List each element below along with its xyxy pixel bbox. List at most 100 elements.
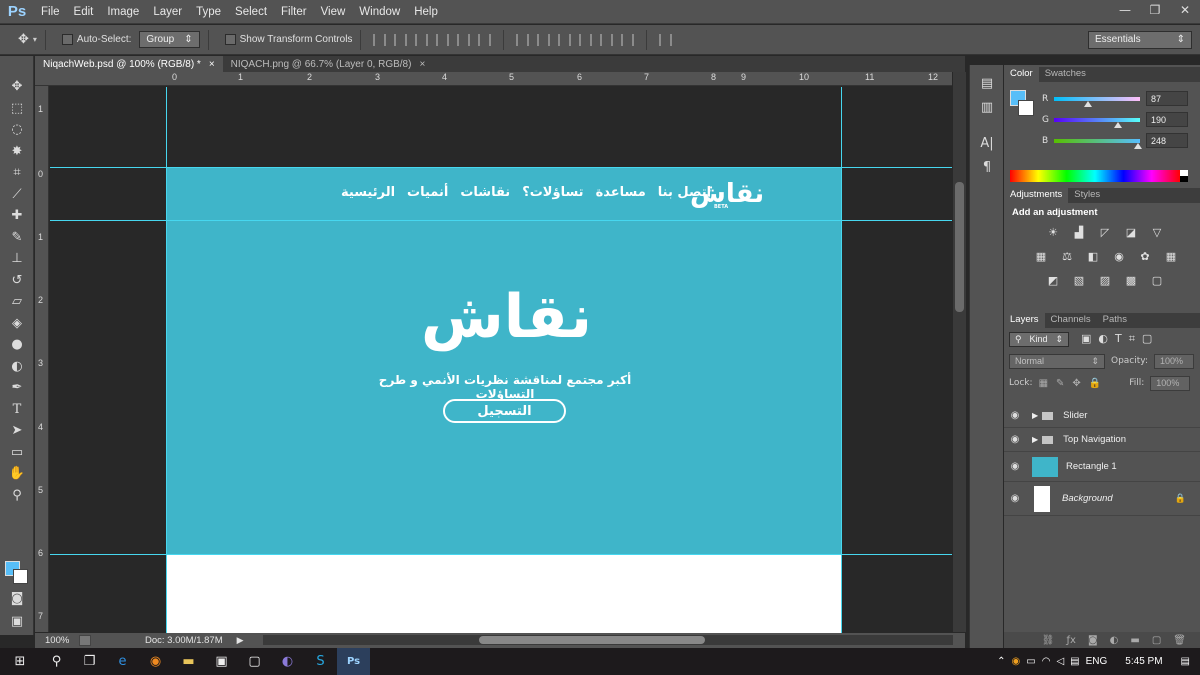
menu-filter[interactable]: Filter	[274, 6, 314, 18]
file-explorer-icon[interactable]: ▬	[172, 648, 205, 675]
auto-select-dropdown[interactable]: Group ⇕	[139, 31, 200, 48]
red-slider[interactable]	[1054, 96, 1140, 107]
photo-filter-icon[interactable]: ◉	[1110, 248, 1128, 264]
photos-icon[interactable]: ▢	[238, 648, 271, 675]
show-transform-checkbox[interactable]	[224, 34, 236, 45]
menu-image[interactable]: Image	[100, 6, 146, 18]
tab-layers[interactable]: Layers	[1004, 313, 1045, 328]
blue-slider[interactable]	[1054, 138, 1142, 149]
align-top-icon[interactable]	[373, 33, 387, 46]
tool-preset-chevron-icon[interactable]: ▾	[33, 35, 37, 44]
menu-file[interactable]: File	[34, 6, 67, 18]
layer-row-background[interactable]: ◉ Background 🔒	[1004, 482, 1200, 516]
store-icon[interactable]: ▣	[205, 648, 238, 675]
lock-icons[interactable]: ▦✎✥🔒	[1039, 378, 1110, 389]
tab-adjustments[interactable]: Adjustments	[1004, 188, 1069, 203]
visibility-eye-icon[interactable]: ◉	[1004, 410, 1026, 421]
layer-filter-icons[interactable]: ▣◐T⌗▢	[1081, 332, 1159, 346]
magic-wand-tool-icon[interactable]: ✸	[0, 141, 34, 163]
gradient-map-icon[interactable]: ▩	[1122, 272, 1140, 288]
guide-vertical[interactable]	[841, 87, 842, 633]
add-mask-icon[interactable]: ◙	[1088, 635, 1098, 646]
type-tool-icon[interactable]: T	[0, 399, 34, 421]
path-selection-tool-icon[interactable]: ➤	[0, 420, 34, 442]
firefox-icon[interactable]: ◉	[139, 648, 172, 675]
align-bottom-icon[interactable]	[415, 33, 429, 46]
battery-icon[interactable]: ▭	[1026, 656, 1035, 667]
blur-tool-icon[interactable]: ●	[0, 334, 34, 356]
close-button[interactable]: ✕	[1170, 0, 1200, 20]
crop-tool-icon[interactable]: ⌗	[0, 162, 34, 184]
opacity-input[interactable]: 100%	[1154, 353, 1194, 369]
move-tool-icon[interactable]: ✥	[0, 76, 34, 98]
canvas-vertical-scrollbar[interactable]	[953, 72, 966, 632]
character-panel-icon[interactable]: A|	[970, 131, 1004, 155]
slider-handle[interactable]	[1084, 100, 1092, 107]
move-tool-icon[interactable]: ✥	[18, 32, 29, 47]
brush-tool-icon[interactable]: ✎	[0, 227, 34, 249]
canvas-horizontal-scrollbar[interactable]	[263, 635, 953, 645]
zoom-level[interactable]: 100%	[45, 635, 79, 646]
restore-button[interactable]: ❐	[1140, 0, 1170, 20]
hand-tool-icon[interactable]: ✋	[0, 463, 34, 485]
background-color-swatch[interactable]	[13, 569, 28, 584]
history-brush-tool-icon[interactable]: ↺	[0, 270, 34, 292]
photoshop-taskbar-icon[interactable]: Ps	[337, 648, 370, 675]
delete-layer-icon[interactable]: 🗑	[1173, 635, 1186, 646]
tab-close-icon[interactable]: ×	[419, 59, 425, 70]
clone-stamp-tool-icon[interactable]: ⊥	[0, 248, 34, 270]
paint-bucket-tool-icon[interactable]: ◈	[0, 313, 34, 335]
layer-row-top-navigation[interactable]: ◉ ▶ Top Navigation	[1004, 428, 1200, 452]
history-panel-icon[interactable]: ▤	[970, 71, 1004, 95]
tab-close-icon[interactable]: ×	[209, 59, 215, 70]
layer-row-rectangle-1[interactable]: ◉ Rectangle 1	[1004, 452, 1200, 482]
workspace-dropdown[interactable]: Essentials ⇕	[1088, 31, 1192, 49]
expand-arrow-icon[interactable]: ▶	[1032, 435, 1038, 444]
brightness-icon[interactable]: ☀	[1044, 224, 1062, 240]
scrollbar-thumb[interactable]	[955, 182, 964, 312]
dodge-tool-icon[interactable]: ◐	[0, 356, 34, 378]
guide-vertical[interactable]	[166, 87, 167, 633]
layer-style-icon[interactable]: ƒx	[1067, 635, 1076, 646]
tray-app-icon[interactable]: ◉	[1012, 656, 1021, 667]
menu-help[interactable]: Help	[407, 6, 445, 18]
menu-view[interactable]: View	[314, 6, 353, 18]
task-view-icon[interactable]: ❐	[73, 648, 106, 675]
lasso-tool-icon[interactable]: ◌	[0, 119, 34, 141]
layer-row-slider[interactable]: ◉ ▶ Slider	[1004, 404, 1200, 428]
clock[interactable]: 5:45 PM	[1125, 656, 1162, 667]
export-icon[interactable]	[79, 635, 91, 646]
paragraph-panel-icon[interactable]: ¶	[970, 155, 1004, 179]
tab-styles[interactable]: Styles	[1068, 188, 1106, 203]
black-white-icon[interactable]: ◧	[1084, 248, 1102, 264]
blend-mode-dropdown[interactable]: Normal ⇕	[1009, 353, 1105, 369]
blue-value-input[interactable]: 248	[1146, 133, 1188, 148]
visibility-eye-icon[interactable]: ◉	[1004, 434, 1026, 445]
tab-niqach-png[interactable]: NIQACH.png @ 66.7% (Layer 0, RGB/8) ×	[223, 56, 434, 72]
red-value-input[interactable]: 87	[1146, 91, 1188, 106]
action-center-icon[interactable]: ▤	[1181, 656, 1190, 667]
skype-icon[interactable]: S	[304, 648, 337, 675]
menu-edit[interactable]: Edit	[67, 6, 101, 18]
expand-arrow-icon[interactable]: ▶	[1032, 411, 1038, 420]
screen-mode-icon[interactable]: ▣	[0, 611, 34, 633]
eyedropper-tool-icon[interactable]: ⟋	[0, 184, 34, 206]
layer-filter-dropdown[interactable]: ⚲ Kind ⇕	[1009, 331, 1069, 347]
marquee-tool-icon[interactable]: ⬚	[0, 98, 34, 120]
auto-select-checkbox[interactable]	[61, 34, 73, 45]
minimize-button[interactable]: —	[1110, 0, 1140, 20]
color-balance-icon[interactable]: ⚖	[1058, 248, 1076, 264]
posterize-icon[interactable]: ▧	[1070, 272, 1088, 288]
healing-brush-tool-icon[interactable]: ✚	[0, 205, 34, 227]
menu-layer[interactable]: Layer	[146, 6, 189, 18]
link-layers-icon[interactable]: ⛓	[1042, 635, 1055, 646]
new-layer-icon[interactable]: ▢	[1152, 635, 1161, 646]
align-hcenter-icon[interactable]	[457, 33, 471, 46]
curves-icon[interactable]: ◸	[1096, 224, 1114, 240]
zoom-tool-icon[interactable]: ⚲	[0, 485, 34, 507]
slider-handle[interactable]	[1134, 142, 1142, 149]
levels-icon[interactable]: ▟	[1070, 224, 1088, 240]
auto-align-icon[interactable]	[659, 33, 673, 46]
color-lookup-icon[interactable]: ▦	[1162, 248, 1180, 264]
hue-saturation-icon[interactable]: ▦	[1032, 248, 1050, 264]
